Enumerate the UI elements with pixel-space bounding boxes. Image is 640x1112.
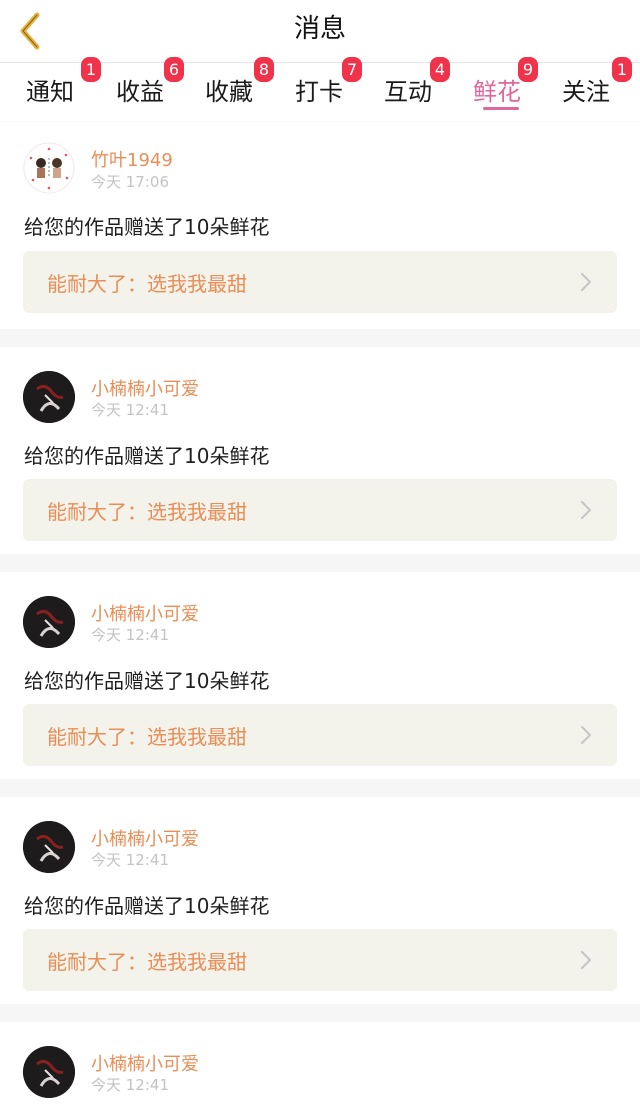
calligraphy-avatar-icon (23, 371, 75, 423)
sent-time: 今天 17:06 (91, 173, 169, 191)
user-avatar[interactable] (23, 596, 75, 648)
work-link[interactable]: 能耐大了：选我我最甜 (23, 704, 617, 766)
tab-label: 打卡 (295, 78, 343, 106)
sent-time: 今天 12:41 (91, 401, 169, 419)
tab-notifications[interactable]: 通知 1 (26, 57, 116, 121)
active-tab-indicator (483, 107, 519, 110)
sender-name[interactable]: 小楠楠小可爱 (91, 825, 199, 851)
work-link[interactable]: 能耐大了：选我我最甜 (23, 251, 617, 313)
unread-badge: 7 (342, 57, 362, 82)
user-avatar[interactable] (23, 1046, 75, 1098)
unread-badge: 8 (254, 57, 274, 82)
chevron-right-icon (581, 726, 591, 744)
calligraphy-avatar-icon (23, 1046, 75, 1098)
unread-badge: 1 (612, 57, 632, 82)
gift-message: 给您的作品赠送了10朵鲜花 (24, 894, 270, 918)
unread-badge: 4 (430, 57, 450, 82)
message-card: 小楠楠小可爱 今天 12:41 给您的作品赠送了10朵鲜花 能耐大了：选我我最甜 (0, 347, 640, 554)
tab-interactions[interactable]: 互动 4 (384, 57, 474, 121)
sent-time: 今天 12:41 (91, 1076, 169, 1094)
user-avatar[interactable] (23, 821, 75, 873)
sender-name[interactable]: 竹叶1949 (91, 146, 173, 172)
tab-checkin[interactable]: 打卡 7 (295, 57, 385, 121)
sender-name[interactable]: 小楠楠小可爱 (91, 1050, 199, 1076)
chevron-right-icon (581, 501, 591, 519)
calligraphy-avatar-icon (23, 596, 75, 648)
sender-name[interactable]: 小楠楠小可爱 (91, 375, 199, 401)
unread-badge: 6 (164, 57, 184, 82)
top-bar: 消息 (0, 0, 640, 63)
tab-follows[interactable]: 关注 1 (562, 57, 640, 121)
calligraphy-avatar-icon (23, 821, 75, 873)
gift-message: 给您的作品赠送了10朵鲜花 (24, 444, 270, 468)
tab-label: 关注 (562, 78, 610, 106)
user-avatar[interactable] (23, 142, 75, 194)
message-card: 小楠楠小可爱 今天 12:41 (0, 1022, 640, 1112)
user-avatar[interactable] (23, 371, 75, 423)
tab-earnings[interactable]: 收益 6 (116, 57, 206, 121)
message-card: 竹叶1949 今天 17:06 给您的作品赠送了10朵鲜花 能耐大了：选我我最甜 (0, 122, 640, 329)
tab-label: 通知 (26, 78, 74, 106)
gift-message: 给您的作品赠送了10朵鲜花 (24, 669, 270, 693)
gift-message: 给您的作品赠送了10朵鲜花 (24, 215, 270, 239)
message-card: 小楠楠小可爱 今天 12:41 给您的作品赠送了10朵鲜花 能耐大了：选我我最甜 (0, 797, 640, 1004)
work-title: 能耐大了：选我我最甜 (47, 725, 247, 749)
page-title: 消息 (293, 14, 346, 44)
tab-favorites[interactable]: 收藏 8 (205, 57, 295, 121)
tab-label: 互动 (384, 78, 432, 106)
sender-name[interactable]: 小楠楠小可爱 (91, 600, 199, 626)
tab-label: 收藏 (205, 78, 253, 106)
tab-flowers[interactable]: 鲜花 9 (473, 57, 563, 121)
tab-bar: 通知 1 收益 6 收藏 8 打卡 7 互动 4 鲜花 9 关注 1 (0, 57, 640, 121)
work-link[interactable]: 能耐大了：选我我最甜 (23, 929, 617, 991)
couple-cartoon-icon (23, 142, 75, 194)
tab-label: 收益 (116, 78, 164, 106)
work-title: 能耐大了：选我我最甜 (47, 272, 247, 296)
unread-badge: 1 (81, 57, 101, 82)
message-card: 小楠楠小可爱 今天 12:41 给您的作品赠送了10朵鲜花 能耐大了：选我我最甜 (0, 572, 640, 779)
sent-time: 今天 12:41 (91, 851, 169, 869)
unread-badge: 9 (518, 57, 538, 82)
chevron-right-icon (581, 951, 591, 969)
chevron-right-icon (581, 273, 591, 291)
sent-time: 今天 12:41 (91, 626, 169, 644)
work-title: 能耐大了：选我我最甜 (47, 500, 247, 524)
work-link[interactable]: 能耐大了：选我我最甜 (23, 479, 617, 541)
work-title: 能耐大了：选我我最甜 (47, 950, 247, 974)
flower-message-list: 竹叶1949 今天 17:06 给您的作品赠送了10朵鲜花 能耐大了：选我我最甜… (0, 122, 640, 1112)
tab-label: 鲜花 (473, 78, 521, 106)
